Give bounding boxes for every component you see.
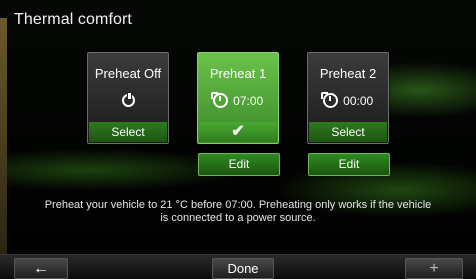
preheat-2-card[interactable]: Preheat 2 00:00 Select [307, 52, 389, 144]
edit-preheat-1-button[interactable]: Edit [198, 153, 280, 176]
card-name: Preheat 2 [319, 66, 377, 81]
preheat-time: 07:00 [233, 93, 264, 108]
page-title: Thermal comfort [14, 11, 132, 28]
preheat-off-card[interactable]: Preheat Off Select [87, 52, 169, 144]
card-name: Preheat 1 [209, 66, 267, 81]
checkmark-icon: ✔ [231, 123, 245, 140]
select-button[interactable]: Select [89, 122, 167, 142]
info-text: Preheat your vehicle to 21 °C before 07:… [44, 199, 432, 224]
select-button[interactable]: Select [309, 122, 387, 142]
back-button[interactable]: ← [14, 258, 68, 279]
preheat-1-card[interactable]: Preheat 1 07:00 ✔ [197, 52, 279, 144]
preheat-time: 00:00 [343, 93, 374, 108]
selected-checkmark[interactable]: ✔ [199, 122, 277, 142]
left-edge-decoration [0, 18, 7, 256]
power-icon [121, 92, 135, 108]
card-name: Preheat Off [94, 66, 162, 81]
done-button[interactable]: Done [212, 258, 274, 279]
footer-bar: ← Done + [0, 254, 476, 279]
clock-icon [320, 92, 338, 109]
clock-icon [210, 92, 228, 109]
add-button[interactable]: + [405, 258, 463, 279]
edit-preheat-2-button[interactable]: Edit [308, 153, 390, 176]
